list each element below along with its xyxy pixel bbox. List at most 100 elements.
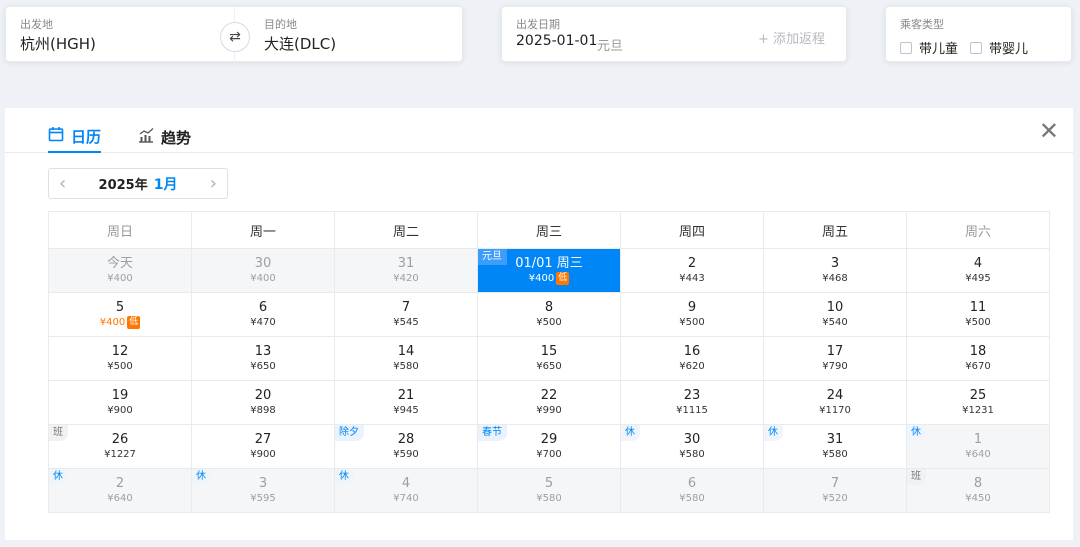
- calendar-day-cell[interactable]: 2 ¥443: [620, 248, 764, 293]
- day-price-line: ¥468: [764, 272, 906, 286]
- day-price: ¥580: [393, 360, 419, 372]
- day-price: ¥400: [99, 316, 126, 328]
- lowest-price-badge: 低: [127, 315, 141, 329]
- calendar-day-cell[interactable]: 25 ¥1231: [906, 380, 1050, 425]
- calendar-day-cell[interactable]: 7 ¥545: [334, 292, 478, 337]
- trend-chart-icon: [138, 127, 154, 147]
- calendar-day-cell[interactable]: 4 ¥495: [906, 248, 1050, 293]
- day-price: ¥580: [822, 448, 848, 460]
- calendar-day-cell[interactable]: 除夕 28 ¥590: [334, 424, 478, 469]
- calendar-day-cell[interactable]: 3 ¥468: [763, 248, 907, 293]
- from-field[interactable]: 杭州(HGH): [20, 33, 96, 54]
- day-number: 13: [254, 343, 272, 359]
- calendar-day-cell[interactable]: 16 ¥620: [620, 336, 764, 381]
- calendar-day-cell[interactable]: 13 ¥650: [191, 336, 335, 381]
- day-price-line: ¥420: [335, 272, 477, 286]
- day-price-line: ¥500: [49, 360, 191, 374]
- day-price-line: ¥900: [192, 448, 334, 462]
- calendar-day-cell[interactable]: 10 ¥540: [763, 292, 907, 337]
- calendar-day-cell[interactable]: 班 26 ¥1227: [48, 424, 192, 469]
- calendar-day-cell[interactable]: 元旦 01/01 周三 ¥400 低: [477, 248, 621, 293]
- day-price-line: ¥670: [907, 360, 1049, 374]
- day-number: 5: [544, 475, 554, 491]
- day-price: ¥990: [536, 404, 562, 416]
- calendar-day-cell[interactable]: 23 ¥1115: [620, 380, 764, 425]
- tab-calendar[interactable]: 日历: [48, 121, 102, 153]
- day-price-line: ¥640: [49, 492, 191, 506]
- calendar-day-cell[interactable]: 春节 29 ¥700: [477, 424, 621, 469]
- day-number: 31: [826, 431, 844, 447]
- calendar-day-cell[interactable]: 休 2 ¥640: [48, 468, 192, 513]
- tab-calendar-label: 日历: [71, 127, 102, 146]
- calendar-day-cell[interactable]: 5 ¥400 低: [48, 292, 192, 337]
- child-checkbox[interactable]: 带儿童: [900, 38, 958, 57]
- calendar-day-cell[interactable]: 7 ¥520: [763, 468, 907, 513]
- prev-month-icon[interactable]: ‹: [59, 173, 66, 194]
- calendar-day-cell[interactable]: 休 1 ¥640: [906, 424, 1050, 469]
- day-price-line: ¥580: [621, 448, 763, 462]
- infant-checkbox-label: 带婴儿: [989, 42, 1029, 57]
- weekday-header: 周日: [48, 211, 192, 249]
- calendar-day-cell[interactable]: 休 3 ¥595: [191, 468, 335, 513]
- calendar-day-cell[interactable]: 休 30 ¥580: [620, 424, 764, 469]
- calendar-day-cell[interactable]: 22 ¥990: [477, 380, 621, 425]
- calendar-week-row: 班 26 ¥1227 27 ¥900 除夕 28 ¥590 春节 29 ¥700 休 30 ¥580 休 31…: [48, 424, 1050, 469]
- calendar-day-cell[interactable]: 6 ¥470: [191, 292, 335, 337]
- date-field[interactable]: 2025-01-01: [516, 33, 597, 49]
- calendar-day-cell[interactable]: 12 ¥500: [48, 336, 192, 381]
- passenger-type-label: 乘客类型: [900, 18, 944, 31]
- calendar-day-cell[interactable]: 9 ¥500: [620, 292, 764, 337]
- calendar-day-cell[interactable]: 休 31 ¥580: [763, 424, 907, 469]
- calendar-day-cell[interactable]: 休 4 ¥740: [334, 468, 478, 513]
- swap-icon[interactable]: ⇄: [220, 22, 250, 52]
- calendar-day-cell[interactable]: 5 ¥580: [477, 468, 621, 513]
- day-price: ¥1170: [819, 404, 851, 416]
- day-price: ¥500: [536, 316, 562, 328]
- calendar-day-cell[interactable]: 31 ¥420: [334, 248, 478, 293]
- day-price: ¥443: [679, 272, 705, 284]
- day-price-line: ¥520: [764, 492, 906, 506]
- calendar-day-cell[interactable]: 6 ¥580: [620, 468, 764, 513]
- next-month-icon[interactable]: ›: [210, 173, 217, 194]
- calendar-day-cell[interactable]: 18 ¥670: [906, 336, 1050, 381]
- calendar-week-row: 5 ¥400 低 6 ¥470 7 ¥545 8 ¥500 9 ¥500 10 ¥540 11 ¥500: [48, 292, 1050, 337]
- calendar-week-row: 休 2 ¥640 休 3 ¥595 休 4 ¥740 5 ¥580 6 ¥580 7 ¥520 班 8 ¥450: [48, 468, 1050, 513]
- calendar-day-cell[interactable]: 27 ¥900: [191, 424, 335, 469]
- calendar-day-cell[interactable]: 14 ¥580: [334, 336, 478, 381]
- weekday-header: 周四: [620, 211, 764, 249]
- calendar-day-cell[interactable]: 24 ¥1170: [763, 380, 907, 425]
- day-number: 20: [254, 387, 272, 403]
- day-number: 1: [973, 431, 983, 447]
- calendar-day-cell[interactable]: 17 ¥790: [763, 336, 907, 381]
- calendar-day-cell[interactable]: 21 ¥945: [334, 380, 478, 425]
- day-number: 5: [115, 299, 125, 315]
- calendar-grid: 周日 周一 周二 周三 周四 周五 周六 今天 ¥400 30 ¥400 31 ¥420 元…: [48, 211, 1050, 513]
- holiday-tag: 休: [192, 469, 211, 485]
- weekday-header-row: 周日 周一 周二 周三 周四 周五 周六: [48, 211, 1050, 249]
- day-number: 今天: [106, 255, 133, 271]
- day-price: ¥520: [822, 492, 848, 504]
- holiday-tag: 休: [335, 469, 354, 485]
- checkbox-box[interactable]: [970, 41, 982, 54]
- tab-trend[interactable]: 趋势: [138, 121, 191, 153]
- close-icon[interactable]: ✕: [1039, 118, 1059, 144]
- calendar-day-cell[interactable]: 班 8 ¥450: [906, 468, 1050, 513]
- calendar-day-cell[interactable]: 今天 ¥400: [48, 248, 192, 293]
- calendar-day-cell[interactable]: 11 ¥500: [906, 292, 1050, 337]
- day-price-line: ¥495: [907, 272, 1049, 286]
- day-number: 4: [973, 255, 983, 271]
- calendar-day-cell[interactable]: 15 ¥650: [477, 336, 621, 381]
- holiday-tag: 班: [49, 425, 68, 441]
- infant-checkbox[interactable]: 带婴儿: [970, 38, 1028, 57]
- calendar-day-cell[interactable]: 19 ¥900: [48, 380, 192, 425]
- checkbox-box[interactable]: [900, 41, 912, 54]
- calendar-day-cell[interactable]: 30 ¥400: [191, 248, 335, 293]
- date-card[interactable]: 出发日期 2025-01-01 元旦 + 添加返程: [501, 6, 847, 62]
- current-year-label: 2025年: [98, 177, 148, 193]
- to-field[interactable]: 大连(DLC): [264, 33, 336, 54]
- day-price-line: ¥400 低: [49, 315, 191, 330]
- day-number: 17: [826, 343, 844, 359]
- calendar-day-cell[interactable]: 20 ¥898: [191, 380, 335, 425]
- add-return-button[interactable]: + 添加返程: [758, 28, 825, 47]
- calendar-day-cell[interactable]: 8 ¥500: [477, 292, 621, 337]
